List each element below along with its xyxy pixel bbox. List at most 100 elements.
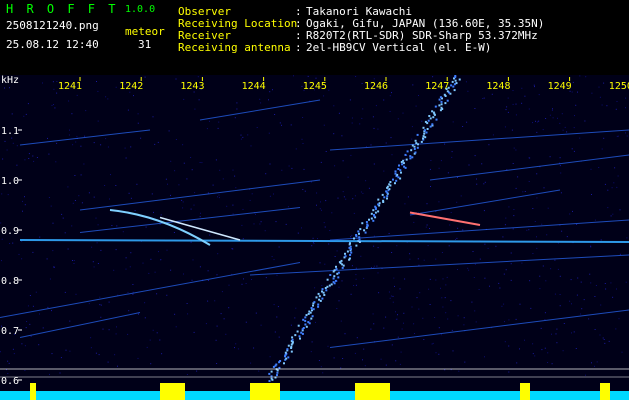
noise-dot	[255, 213, 256, 215]
noise-dot	[607, 207, 609, 209]
noise-dot	[356, 337, 358, 339]
noise-dot	[52, 222, 54, 224]
noise-dot	[9, 87, 10, 89]
noise-dot	[183, 98, 185, 100]
noise-dot	[100, 304, 102, 306]
noise-dot	[355, 278, 357, 280]
noise-dot	[42, 327, 44, 329]
noise-dot	[435, 258, 437, 260]
noise-dot	[390, 137, 392, 139]
noise-dot	[554, 293, 556, 295]
noise-dot	[524, 95, 526, 97]
noise-dot	[377, 247, 379, 249]
noise-dot	[12, 348, 14, 350]
noise-dot	[536, 131, 538, 133]
diagonal-trace-dot	[333, 269, 336, 272]
noise-dot	[51, 310, 52, 312]
noise-dot	[154, 271, 156, 273]
noise-dot	[372, 116, 374, 118]
noise-dot	[96, 242, 98, 244]
noise-dot	[60, 357, 62, 359]
noise-dot	[418, 95, 419, 96]
noise-dot	[183, 162, 185, 164]
noise-dot	[80, 145, 82, 147]
noise-dot	[137, 113, 139, 115]
noise-dot	[97, 90, 99, 92]
x-tick-label: 1246	[364, 81, 388, 92]
noise-dot	[478, 289, 480, 290]
diagonal-trace-dot	[399, 169, 402, 172]
noise-dot	[277, 306, 279, 308]
meteor-echo-trace	[409, 211, 481, 226]
noise-dot	[97, 224, 99, 226]
noise-dot	[370, 328, 372, 330]
noise-dot	[542, 265, 544, 267]
noise-dot	[285, 223, 287, 225]
noise-dot	[269, 356, 271, 358]
noise-dot	[413, 323, 415, 325]
noise-dot	[318, 360, 320, 361]
noise-dot	[625, 107, 626, 109]
noise-dot	[579, 75, 581, 77]
file-datetime: 25.08.12 12:40	[6, 38, 99, 51]
noise-dot	[315, 77, 317, 79]
noise-dot	[549, 114, 551, 116]
noise-dot	[323, 124, 325, 126]
noise-dot	[90, 337, 92, 339]
noise-dot	[338, 300, 340, 302]
diagonal-trace-dot	[307, 321, 310, 324]
drift-trace	[329, 129, 629, 151]
noise-dot	[72, 144, 74, 146]
noise-dot	[533, 84, 535, 86]
noise-dot	[429, 228, 430, 229]
noise-dot	[590, 246, 592, 248]
noise-dot	[223, 318, 225, 320]
noise-dot	[538, 120, 540, 122]
noise-dot	[449, 224, 451, 226]
noise-dot	[1, 193, 3, 195]
noise-dot	[560, 192, 562, 194]
diagonal-trace-dot	[359, 228, 362, 231]
noise-dot	[53, 266, 55, 268]
noise-dot	[585, 76, 587, 78]
signal-level-peak	[250, 383, 280, 400]
noise-dot	[411, 126, 413, 128]
noise-dot	[616, 101, 618, 102]
noise-dot	[616, 186, 618, 188]
noise-dot	[575, 348, 577, 349]
diagonal-trace-dot	[290, 345, 293, 348]
noise-dot	[404, 278, 406, 280]
noise-dot	[27, 305, 29, 307]
diagonal-trace-dot	[392, 178, 394, 181]
noise-dot	[251, 279, 252, 280]
noise-dot	[240, 134, 242, 136]
noise-dot	[323, 222, 325, 224]
drift-trace	[329, 309, 629, 348]
noise-dot	[427, 245, 429, 247]
noise-dot	[419, 292, 421, 294]
noise-dot	[393, 277, 395, 279]
noise-dot	[221, 291, 223, 293]
noise-dot	[68, 134, 70, 136]
noise-dot	[268, 99, 269, 101]
x-tick-label: 1249	[548, 81, 572, 92]
noise-dot	[64, 232, 66, 234]
noise-dot	[340, 367, 342, 369]
noise-dot	[505, 109, 507, 111]
diagonal-trace-dot	[355, 234, 358, 236]
noise-dot	[194, 192, 196, 194]
noise-dot	[377, 272, 379, 274]
noise-dot	[584, 120, 586, 122]
noise-dot	[128, 192, 130, 194]
diagonal-trace-dot	[401, 163, 404, 166]
noise-dot	[604, 283, 606, 284]
diagonal-trace-dot	[349, 245, 352, 248]
noise-dot	[253, 223, 255, 225]
noise-dot	[599, 334, 601, 336]
noise-dot	[99, 304, 101, 306]
noise-dot	[430, 186, 431, 187]
noise-dot	[193, 331, 195, 333]
noise-dot	[464, 361, 466, 363]
noise-dot	[28, 153, 30, 155]
noise-dot	[350, 236, 352, 238]
